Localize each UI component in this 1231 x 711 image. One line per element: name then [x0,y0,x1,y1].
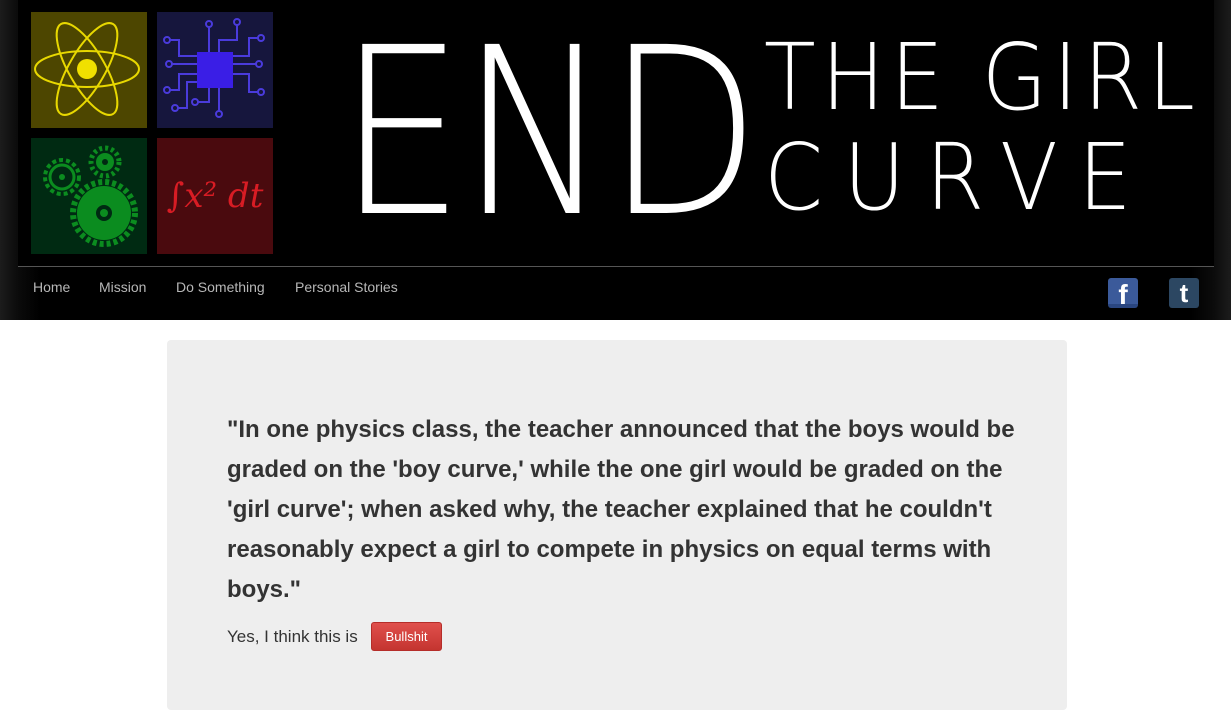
main-nav: Home Mission Do Something Personal Stori… [18,267,1214,320]
tile-atom [31,12,147,128]
circuit-chip-icon [163,18,265,118]
gears-icon [43,145,138,247]
bullshit-button[interactable]: Bullshit [371,622,442,651]
atom-icon [34,22,140,116]
nav-personal-stories[interactable]: Personal Stories [295,279,398,295]
tile-chip [157,12,273,128]
tile-gears [31,138,147,254]
tumblr-icon[interactable]: t [1169,278,1199,308]
nav-do-something[interactable]: Do Something [176,279,265,295]
nav-home[interactable]: Home [33,279,70,295]
title-curve: CURVE [764,124,1152,231]
story-quote: "In one physics class, the teacher annou… [227,416,1015,603]
tile-math: ∫x² dt [157,138,273,254]
title-the-girl: THE GIRL [764,24,1201,131]
title-end: END [338,0,760,268]
integral-formula: ∫x² dt [166,176,264,216]
nav-mission[interactable]: Mission [99,279,146,295]
story-card: "In one physics class, the teacher annou… [167,340,1067,710]
verdict-label: Yes, I think this is [227,627,358,646]
header: ∫x² dt END THE GIRL CURVE Home Mission D… [0,0,1231,320]
facebook-icon[interactable]: f [1108,278,1138,310]
